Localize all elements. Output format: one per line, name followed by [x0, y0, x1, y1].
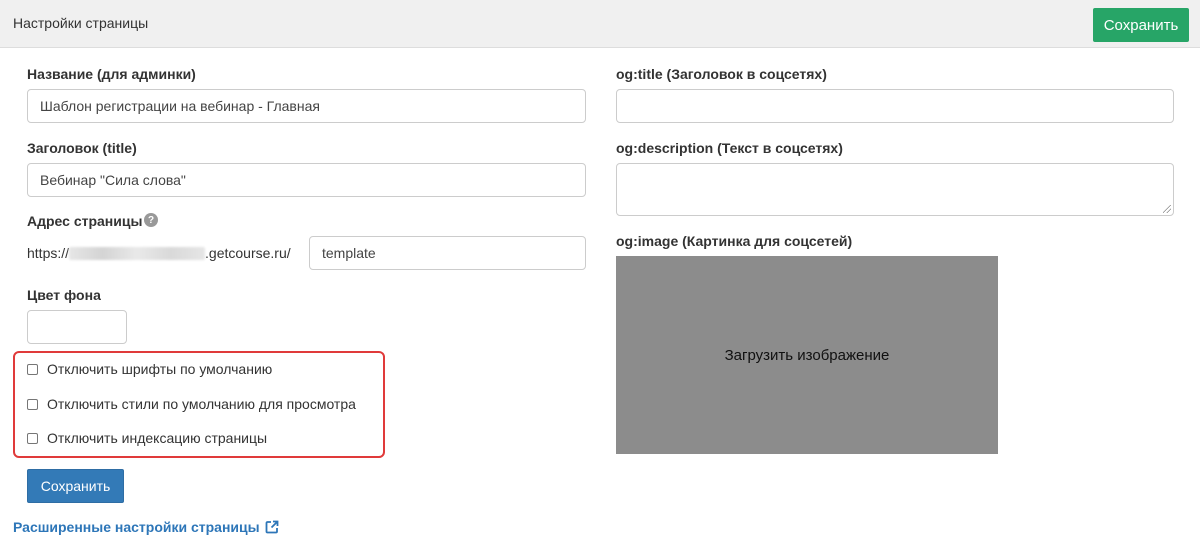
checkbox-row-styles[interactable]: Отключить стили по умолчанию для просмот… — [27, 396, 356, 412]
url-prefix-start: https:// — [27, 245, 70, 261]
upload-image-area[interactable]: Загрузить изображение — [616, 256, 998, 454]
checkbox-row-indexing[interactable]: Отключить индексацию страницы — [27, 430, 267, 446]
title-label: Заголовок (title) — [27, 140, 137, 156]
og-image-label: og:image (Картинка для соцсетей) — [616, 233, 853, 249]
og-description-label: og:description (Текст в соцсетях) — [616, 140, 843, 156]
top-bar: Настройки страницы Сохранить — [0, 0, 1200, 48]
disable-indexing-label[interactable]: Отключить индексацию страницы — [47, 430, 267, 446]
external-link-icon — [265, 520, 278, 534]
bg-color-input[interactable] — [27, 310, 127, 344]
bg-color-label: Цвет фона — [27, 287, 101, 303]
advanced-settings-link-label[interactable]: Расширенные настройки страницы — [13, 519, 260, 535]
resize-handle-icon[interactable] — [1163, 205, 1171, 213]
page-title: Настройки страницы — [13, 15, 149, 31]
slug-input[interactable]: template — [309, 236, 586, 270]
disable-fonts-checkbox[interactable] — [27, 363, 38, 375]
og-description-textarea[interactable] — [616, 163, 1174, 216]
redacted-subdomain — [69, 247, 206, 260]
disable-indexing-checkbox[interactable] — [27, 432, 38, 444]
disable-fonts-label[interactable]: Отключить шрифты по умолчанию — [47, 361, 272, 377]
question-circle-icon[interactable]: ? — [144, 213, 158, 227]
name-label: Название (для админки) — [27, 66, 196, 82]
save-button[interactable]: Сохранить — [27, 469, 124, 503]
url-prefix-end: .getcourse.ru/ — [205, 245, 291, 261]
title-input[interactable]: Вебинар "Сила слова" — [27, 163, 586, 197]
url-prefix: https:// .getcourse.ru/ — [27, 245, 291, 261]
upload-image-label[interactable]: Загрузить изображение — [725, 347, 890, 364]
og-title-input[interactable] — [616, 89, 1174, 123]
og-title-label: og:title (Заголовок в соцсетях) — [616, 66, 827, 82]
advanced-settings-link[interactable]: Расширенные настройки страницы — [13, 519, 279, 535]
address-label: Адрес страницы — [27, 213, 143, 229]
disable-styles-checkbox[interactable] — [27, 398, 38, 410]
checkbox-row-fonts[interactable]: Отключить шрифты по умолчанию — [27, 361, 272, 377]
header-save-button[interactable]: Сохранить — [1093, 8, 1189, 42]
name-input[interactable]: Шаблон регистрации на вебинар - Главная — [27, 89, 586, 123]
disable-styles-label[interactable]: Отключить стили по умолчанию для просмот… — [47, 396, 356, 412]
